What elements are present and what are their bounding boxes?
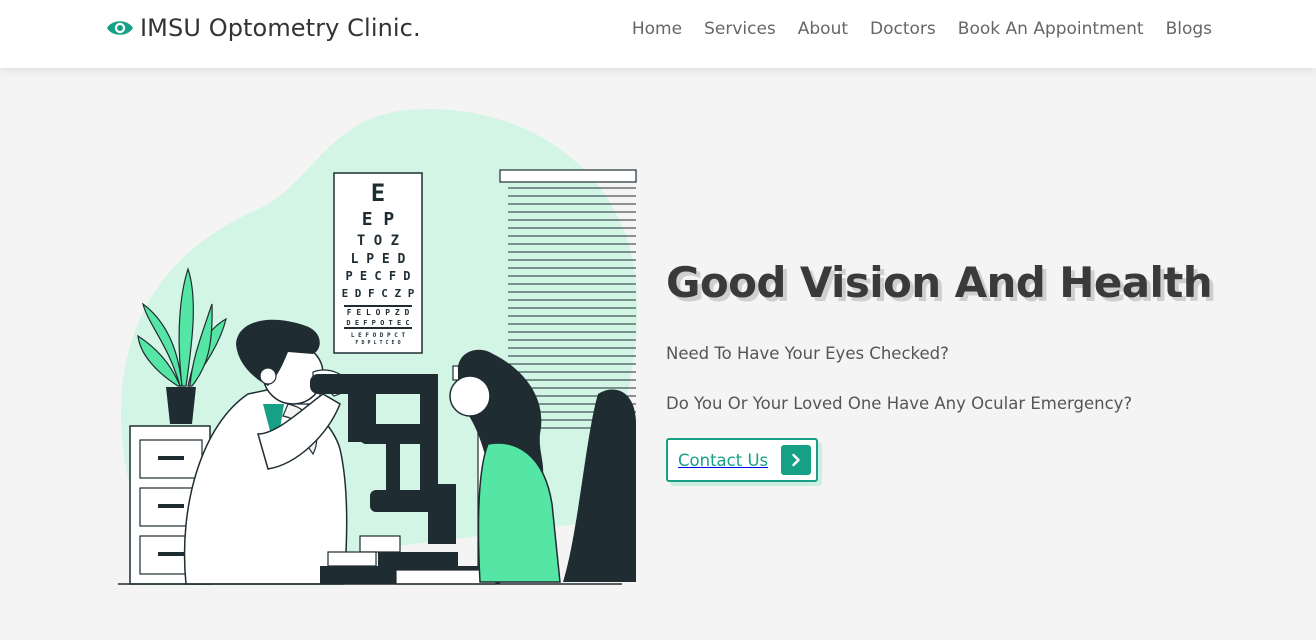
hero-title: Good Vision And Health [666,258,1213,307]
contact-us-label: Contact Us [678,450,769,470]
hero-text-line-2: Do You Or Your Loved One Have Any Ocular… [666,394,1133,413]
eye-chart-row: E D F C Z P [342,287,415,300]
eye-chart-row: F E L O P Z D [347,308,410,317]
eye-chart: E E P T O Z L P E D P E C F D E D F C Z … [333,172,423,354]
nav-home[interactable]: Home [632,18,682,40]
eye-chart-row: L P E D [351,252,406,267]
eye-icon [107,21,133,35]
eye-chart-row: F D P L T C E O [355,340,400,346]
main-nav: Home Services About Doctors Book An Appo… [610,18,1212,40]
eye-chart-row: D E F P O T E C [346,319,409,327]
nav-services[interactable]: Services [704,18,776,40]
contact-us-button[interactable]: Contact Us [666,438,818,482]
nav-book-appointment[interactable]: Book An Appointment [958,18,1144,40]
hero-content: Good Vision And Health Need To Have Your… [666,258,1286,482]
hero-illustration: E E P T O Z L P E D P E C F D E D F C Z … [108,104,643,590]
eye-chart-row: L E F O D P C T [351,332,406,339]
eye-chart-row: P E C F D [345,269,410,283]
nav-doctors[interactable]: Doctors [870,18,936,40]
eye-chart-row: E [371,179,385,207]
eye-chart-row: T O Z [357,233,399,249]
nav-about[interactable]: About [798,18,848,40]
nav-blogs[interactable]: Blogs [1166,18,1212,40]
brand-name: IMSU Optometry Clinic. [140,14,421,42]
chevron-right-icon [781,445,811,475]
site-header: IMSU Optometry Clinic. Home Services Abo… [0,0,1316,68]
hero-text-line-1: Need To Have Your Eyes Checked? [666,344,949,363]
brand-logo[interactable]: IMSU Optometry Clinic. [106,14,421,42]
eye-chart-row: E P [362,209,395,230]
